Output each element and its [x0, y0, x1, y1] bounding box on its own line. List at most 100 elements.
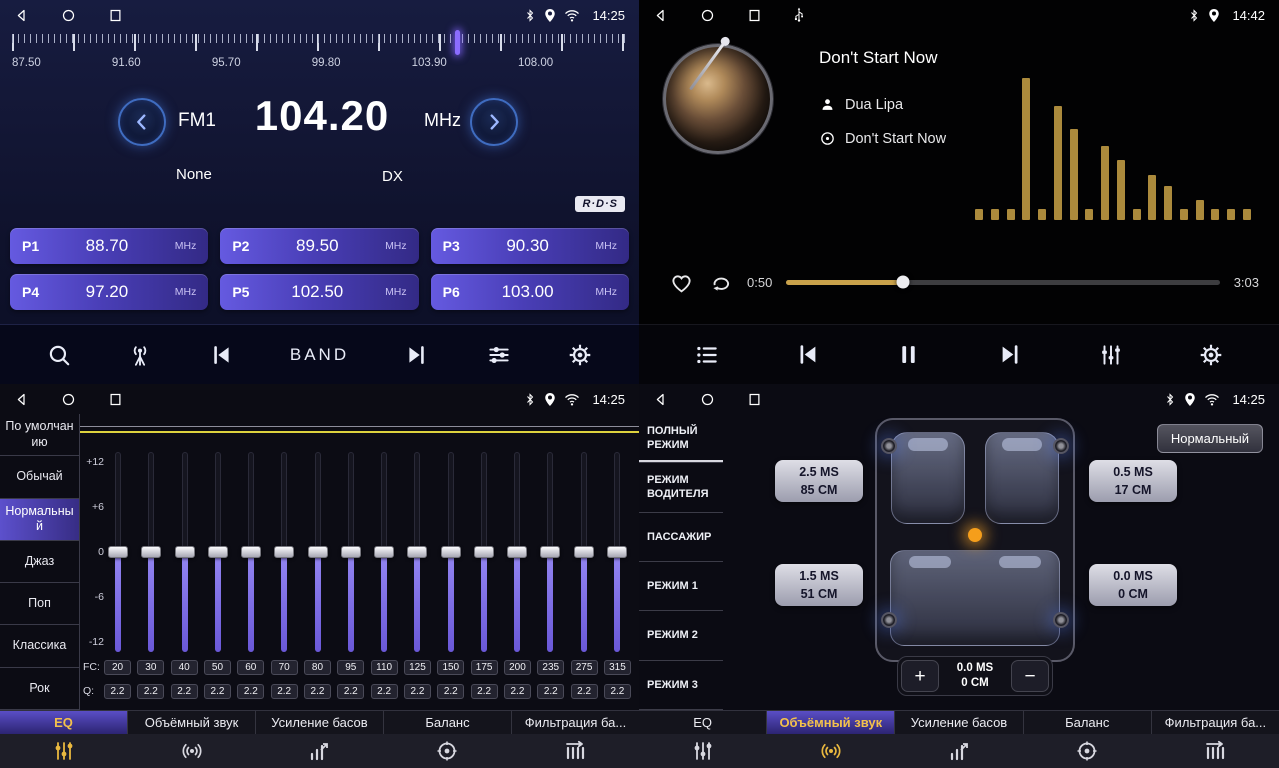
mode-item-passenger[interactable]: ПАССАЖИР: [639, 513, 723, 562]
eq-band-slider[interactable]: [270, 452, 298, 652]
slider-handle[interactable]: [374, 546, 394, 558]
eq-band-slider[interactable]: [104, 452, 132, 652]
recents-icon[interactable]: [108, 392, 123, 407]
eq-band-slider[interactable]: [337, 452, 365, 652]
preset-button-p3[interactable]: P3 90.30 MHz: [431, 228, 629, 264]
delay-decrease-button[interactable]: −: [1011, 660, 1049, 692]
slider-handle[interactable]: [574, 546, 594, 558]
eq-band-slider[interactable]: [403, 452, 431, 652]
slider-handle[interactable]: [241, 546, 261, 558]
slider-handle[interactable]: [141, 546, 161, 558]
filter-tab-icon[interactable]: [1151, 734, 1279, 768]
delay-front-right[interactable]: 0.5 MS 17 CM: [1089, 460, 1177, 502]
slider-handle[interactable]: [474, 546, 494, 558]
previous-track-icon[interactable]: [794, 341, 821, 368]
mode-item-2[interactable]: РЕЖИМ 2: [639, 611, 723, 660]
preset-button-p6[interactable]: P6 103.00 MHz: [431, 274, 629, 310]
tab-filter[interactable]: Фильтрация ба...: [512, 711, 639, 734]
playlist-icon[interactable]: [694, 342, 720, 368]
eq-band-slider[interactable]: [570, 452, 598, 652]
next-track-icon[interactable]: [404, 342, 430, 368]
eq-band-slider[interactable]: [536, 452, 564, 652]
back-icon[interactable]: [653, 392, 668, 407]
slider-handle[interactable]: [607, 546, 627, 558]
back-icon[interactable]: [653, 8, 668, 23]
eq-preset-item[interactable]: Классика: [0, 625, 79, 667]
eq-preset-item[interactable]: По умолчанию: [0, 414, 79, 456]
pause-icon[interactable]: [895, 341, 922, 368]
tune-down-button[interactable]: [118, 98, 166, 146]
eq-band-slider[interactable]: [603, 452, 631, 652]
eq-preset-item[interactable]: Рок: [0, 668, 79, 710]
eq-preset-item[interactable]: Джаз: [0, 541, 79, 583]
slider-handle[interactable]: [507, 546, 527, 558]
frequency-ruler[interactable]: 87.50 91.60 95.70 99.80 103.90 108.00: [12, 34, 627, 86]
eq-tab-icon[interactable]: [0, 734, 128, 768]
mixer-icon[interactable]: [1098, 342, 1124, 368]
slider-handle[interactable]: [274, 546, 294, 558]
recents-icon[interactable]: [747, 8, 762, 23]
preset-button-p1[interactable]: P1 88.70 MHz: [10, 228, 208, 264]
eq-band-slider[interactable]: [204, 452, 232, 652]
eq-band-slider[interactable]: [370, 452, 398, 652]
preset-button-p4[interactable]: P4 97.20 MHz: [10, 274, 208, 310]
next-track-icon[interactable]: [997, 341, 1024, 368]
home-icon[interactable]: [61, 392, 76, 407]
mode-item-1[interactable]: РЕЖИМ 1: [639, 562, 723, 611]
eq-preset-item-selected[interactable]: Нормальный: [0, 499, 79, 541]
tab-surround[interactable]: Объёмный звук: [767, 711, 895, 734]
bass-boost-tab-icon[interactable]: [895, 734, 1023, 768]
bass-boost-tab-icon[interactable]: [256, 734, 384, 768]
balance-tab-icon[interactable]: [383, 734, 511, 768]
tab-eq[interactable]: EQ: [0, 711, 128, 734]
eq-band-slider[interactable]: [237, 452, 265, 652]
eq-band-slider[interactable]: [304, 452, 332, 652]
tune-up-button[interactable]: [470, 98, 518, 146]
eq-band-slider[interactable]: [171, 452, 199, 652]
scan-icon[interactable]: [46, 342, 72, 368]
eq-band-slider[interactable]: [437, 452, 465, 652]
band-button[interactable]: BAND: [290, 345, 349, 365]
back-icon[interactable]: [14, 8, 29, 23]
eq-sliders-icon[interactable]: [486, 342, 512, 368]
surround-preset-button[interactable]: Нормальный: [1157, 424, 1263, 453]
eq-band-slider[interactable]: [470, 452, 498, 652]
surround-tab-icon[interactable]: [128, 734, 256, 768]
tab-balance[interactable]: Баланс: [384, 711, 512, 734]
eq-band-slider[interactable]: [137, 452, 165, 652]
delay-increase-button[interactable]: +: [901, 660, 939, 692]
back-icon[interactable]: [14, 392, 29, 407]
slider-handle[interactable]: [175, 546, 195, 558]
slider-handle[interactable]: [208, 546, 228, 558]
tab-eq[interactable]: EQ: [639, 711, 767, 734]
mode-item-full[interactable]: ПОЛНЫЙ РЕЖИМ: [639, 414, 723, 463]
delay-rear-left[interactable]: 1.5 MS 51 CM: [775, 564, 863, 606]
mode-item-3[interactable]: РЕЖИМ 3: [639, 661, 723, 710]
tab-filter[interactable]: Фильтрация ба...: [1152, 711, 1279, 734]
delay-rear-right[interactable]: 0.0 MS 0 CM: [1089, 564, 1177, 606]
settings-gear-icon[interactable]: [1198, 342, 1224, 368]
home-icon[interactable]: [700, 392, 715, 407]
mode-item-driver[interactable]: РЕЖИМ ВОДИТЕЛЯ: [639, 463, 723, 512]
tab-surround[interactable]: Объёмный звук: [128, 711, 256, 734]
slider-handle[interactable]: [407, 546, 427, 558]
filter-tab-icon[interactable]: [511, 734, 639, 768]
progress-bar[interactable]: [786, 280, 1219, 285]
eq-tab-icon[interactable]: [639, 734, 767, 768]
slider-handle[interactable]: [540, 546, 560, 558]
balance-tab-icon[interactable]: [1023, 734, 1151, 768]
recents-icon[interactable]: [108, 8, 123, 23]
slider-handle[interactable]: [308, 546, 328, 558]
home-icon[interactable]: [61, 8, 76, 23]
slider-handle[interactable]: [341, 546, 361, 558]
home-icon[interactable]: [700, 8, 715, 23]
slider-handle[interactable]: [441, 546, 461, 558]
settings-gear-icon[interactable]: [567, 342, 593, 368]
eq-preset-item[interactable]: Обычай: [0, 456, 79, 498]
eq-preset-item[interactable]: Поп: [0, 583, 79, 625]
previous-track-icon[interactable]: [208, 342, 234, 368]
surround-tab-icon[interactable]: [767, 734, 895, 768]
broadcast-icon[interactable]: [127, 342, 153, 368]
progress-knob[interactable]: [897, 276, 910, 289]
slider-handle[interactable]: [108, 546, 128, 558]
